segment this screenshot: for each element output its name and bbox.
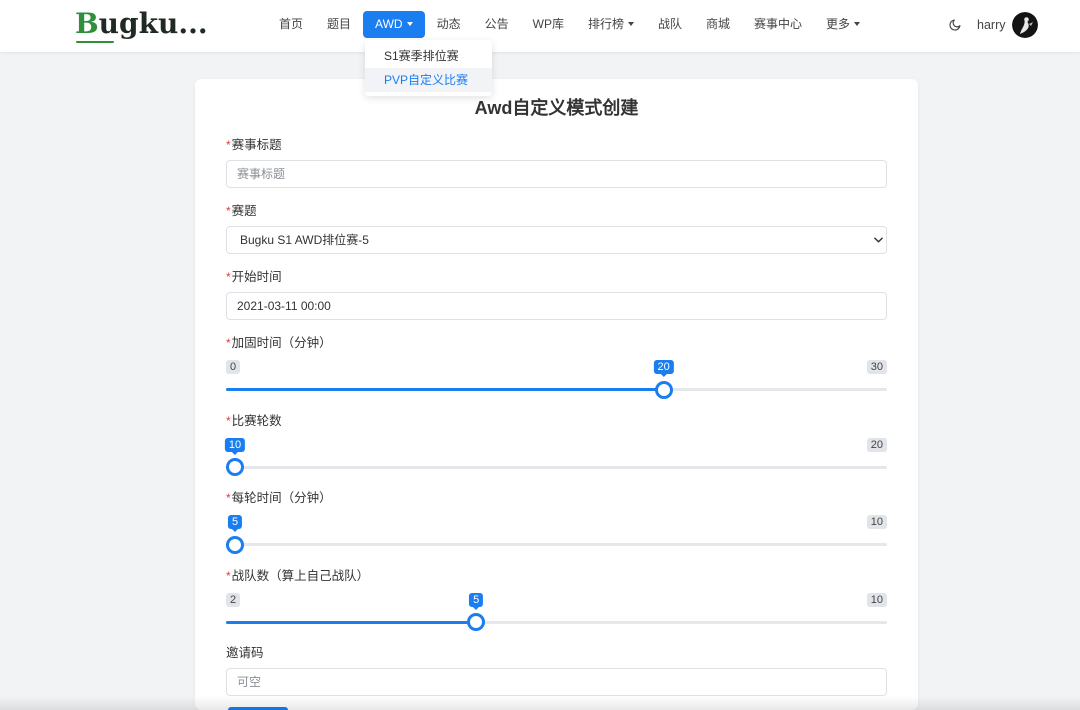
nav-item-label: 题目 [327,17,352,31]
menu-item-pvp-custom[interactable]: PVP自定义比赛 [365,68,492,92]
label-text: 邀请码 [226,646,264,660]
nav-item-label: 商城 [706,17,731,31]
slider-max-label: 20 [866,437,887,452]
nav-item-home[interactable]: 首页 [267,11,315,38]
slider-max-label: 30 [866,360,887,374]
avatar[interactable] [1012,12,1038,38]
team-count-label: *战队数（算上自己战队） [226,568,887,584]
awd-dropdown-menu: S1赛季排位赛 PVP自定义比赛 [365,40,492,96]
nav-item-label: 更多 [826,17,851,31]
nav-item-leaderboard[interactable]: 排行榜 [576,11,646,38]
required-mark: * [226,204,231,218]
harden-time-label: *加固时间（分钟） [226,335,887,351]
slider-track[interactable] [226,543,887,546]
slider-handle[interactable] [654,380,673,399]
caret-down-icon [406,21,413,26]
slider-value-label: 20 [653,360,674,377]
slider-handle[interactable] [226,458,244,476]
main-nav: 首页 题目 AWD 动态 公告 WP库 排行榜 战队 商城 赛事中心 更多 [267,11,872,38]
label-text: 赛事标题 [231,138,282,152]
moon-icon[interactable] [948,18,962,32]
start-time-input[interactable] [226,292,887,320]
slider-track[interactable] [226,465,887,469]
nav-item-more[interactable]: 更多 [814,11,872,38]
slider-value-label: 5 [469,592,484,610]
team-count-slider[interactable]: 2 10 5 [226,591,887,638]
nav-item-writeups[interactable]: WP库 [521,11,576,38]
required-mark: * [226,568,231,583]
label-text: 每轮时间（分钟） [231,491,332,505]
nav-item-label: 赛事中心 [754,17,803,31]
logo-letter: B [75,7,99,40]
nav-item-announcements[interactable]: 公告 [473,11,521,38]
avatar-image [1012,12,1038,38]
logo-underline [76,41,114,43]
nav-item-label: 排行榜 [587,17,624,31]
slider-value-label: 5 [227,515,243,532]
rounds-slider[interactable]: 10 20 10 [224,436,887,483]
label-text: 开始时间 [231,270,282,284]
event-title-label: *赛事标题 [226,137,887,153]
page-title: Awd自定义模式创建 [474,98,639,118]
top-navbar: Bugku... 首页 题目 AWD 动态 公告 WP库 排行榜 战队 商城 赛… [0,0,1080,52]
nav-item-label: 公告 [484,17,509,31]
nav-item-news[interactable]: 动态 [425,11,473,38]
label-text: 战队数（算上自己战队） [231,568,370,583]
start-time-label: *开始时间 [226,269,887,285]
slider-min-label: 2 [226,592,241,607]
nav-item-label: 战队 [657,17,682,31]
nav-item-label: 首页 [279,17,304,31]
round-time-slider[interactable]: 5 10 5 [226,513,887,560]
nav-item-shop[interactable]: 商城 [694,11,742,38]
site-logo[interactable]: Bugku... [75,4,208,46]
rounds-label: *比赛轮数 [226,413,887,429]
round-time-label: *每轮时间（分钟） [226,490,887,506]
label-text: 加固时间（分钟） [231,336,332,350]
harden-time-slider[interactable]: 0 30 20 [226,358,887,405]
label-text: 比赛轮数 [231,413,282,428]
slider-max-label: 10 [866,592,887,607]
nav-item-label: 动态 [436,17,461,31]
slider-handle[interactable] [226,535,244,554]
slider-value-label: 10 [224,437,246,455]
nav-item-events[interactable]: 赛事中心 [742,11,814,38]
required-mark: * [226,491,231,505]
nav-item-label: WP库 [532,17,564,31]
challenge-select[interactable]: Bugku S1 AWD排位赛-5 [226,226,887,254]
required-mark: * [226,270,231,284]
menu-item-s1-ranked[interactable]: S1赛季排位赛 [365,44,492,68]
caret-down-icon [627,21,634,26]
invite-code-input[interactable] [226,668,887,696]
event-title-input[interactable] [226,160,887,188]
username[interactable]: harry [977,17,1005,33]
label-text: 赛题 [231,204,257,218]
required-mark: * [226,336,231,350]
slider-max-label: 10 [866,515,887,529]
challenge-select-wrap: Bugku S1 AWD排位赛-5 [226,226,887,254]
nav-item-challenges[interactable]: 题目 [315,11,363,38]
invite-code-label: 邀请码 [226,645,887,661]
challenge-label: *赛题 [226,203,887,219]
slider-min-label: 0 [226,360,241,374]
required-mark: * [226,413,231,428]
slider-fill [226,620,477,624]
nav-item-awd[interactable]: AWD [363,11,425,38]
caret-down-icon [854,21,861,26]
create-form-card: Awd自定义模式创建 *赛事标题 *赛题 Bugku S1 AWD排位赛-5 *… [195,79,918,710]
slider-handle[interactable] [467,613,486,631]
slider-fill [226,388,664,391]
required-mark: * [226,138,231,152]
logo-text: ugku... [98,7,208,40]
nav-item-label: AWD [375,17,403,31]
nav-item-teams[interactable]: 战队 [646,11,694,38]
